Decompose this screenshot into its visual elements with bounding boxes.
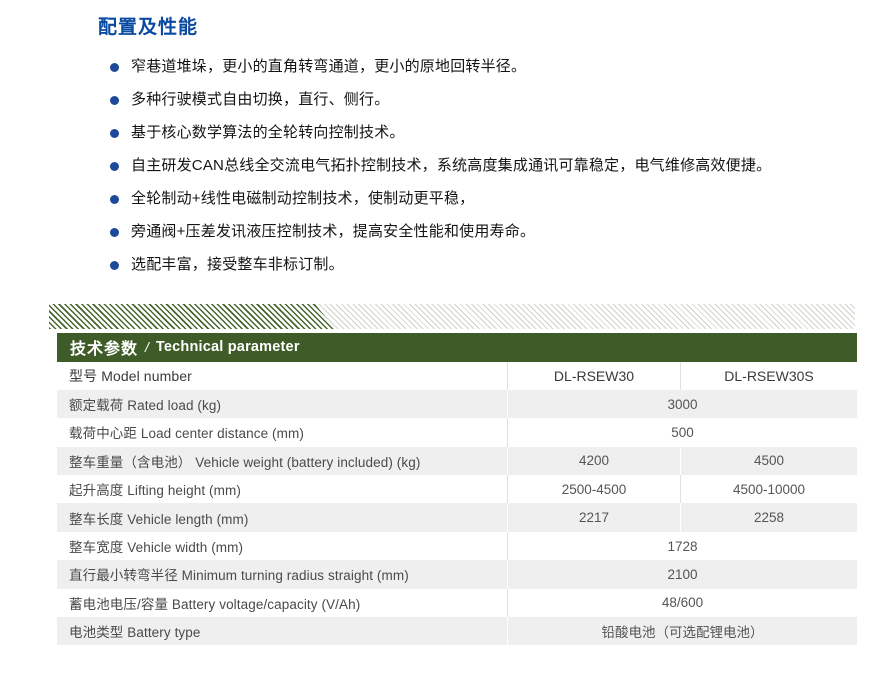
feature-text: 基于核心数学算法的全轮转向控制技术。 — [131, 125, 405, 142]
spec-value: 3000 — [507, 390, 857, 418]
table-row-turning-radius: 直行最小转弯半径 Minimum turning radius straight… — [57, 560, 857, 588]
feature-item: 窄巷道堆垛，更小的直角转弯通道，更小的原地回转半径。 — [110, 59, 870, 76]
feature-item: 基于核心数学算法的全轮转向控制技术。 — [110, 125, 870, 142]
spec-value: 2100 — [507, 560, 857, 588]
table-row-vehicle-length: 整车长度 Vehicle length (mm) 2217 2258 — [57, 503, 857, 531]
spec-label: 载荷中心距 Load center distance (mm) — [57, 418, 507, 446]
feature-text: 自主研发CAN总线全交流电气拓扑控制技术，系统高度集成通讯可靠稳定，电气维修高效… — [131, 158, 771, 175]
bullet-icon — [110, 96, 119, 105]
table-title-cn: 技术参数 — [70, 335, 138, 359]
feature-item: 选配丰富，接受整车非标订制。 — [110, 257, 870, 274]
spec-value: 500 — [507, 418, 857, 446]
spec-value: 4200 — [507, 447, 680, 475]
spec-label: 蓄电池电压/容量 Battery voltage/capacity (V/Ah) — [57, 589, 507, 617]
feature-item: 旁通阀+压差发讯液压控制技术，提高安全性能和使用寿命。 — [110, 224, 870, 241]
table-title-bar: 技术参数 / Technical parameter — [57, 333, 857, 362]
table-row-lifting-height: 起升高度 Lifting height (mm) 2500-4500 4500-… — [57, 475, 857, 503]
page-title: 配置及性能 — [98, 12, 198, 39]
spec-label: 起升高度 Lifting height (mm) — [57, 475, 507, 503]
spec-label: 整车宽度 Vehicle width (mm) — [57, 532, 507, 560]
spec-value: 1728 — [507, 532, 857, 560]
spec-label: 电池类型 Battery type — [57, 617, 507, 645]
table-row-rated-load: 额定载荷 Rated load (kg) 3000 — [57, 390, 857, 418]
feature-list: 窄巷道堆垛，更小的直角转弯通道，更小的原地回转半径。 多种行驶模式自由切换，直行… — [110, 59, 870, 290]
spec-value: DL-RSEW30 — [507, 362, 680, 390]
table-row-vehicle-weight: 整车重量（含电池） Vehicle weight (battery includ… — [57, 447, 857, 475]
feature-item: 多种行驶模式自由切换，直行、侧行。 — [110, 92, 870, 109]
table-title-separator: / — [145, 339, 149, 355]
spec-value: 2217 — [507, 503, 680, 531]
spec-value: 2258 — [680, 503, 857, 531]
table-row-model: 型号 Model number DL-RSEW30 DL-RSEW30S — [57, 362, 857, 390]
spec-label: 直行最小转弯半径 Minimum turning radius straight… — [57, 560, 507, 588]
feature-text: 选配丰富，接受整车非标订制。 — [131, 257, 344, 274]
table-title-en: Technical parameter — [156, 339, 300, 355]
spec-value: 铅酸电池（可选配锂电池） — [507, 617, 857, 645]
feature-text: 全轮制动+线性电磁制动控制技术，使制动更平稳， — [131, 191, 474, 208]
table-row-battery-voltage: 蓄电池电压/容量 Battery voltage/capacity (V/Ah)… — [57, 589, 857, 617]
feature-item: 全轮制动+线性电磁制动控制技术，使制动更平稳， — [110, 191, 870, 208]
spec-label: 整车重量（含电池） Vehicle weight (battery includ… — [57, 447, 507, 475]
bullet-icon — [110, 261, 119, 270]
spec-value: 2500-4500 — [507, 475, 680, 503]
spec-table: 型号 Model number DL-RSEW30 DL-RSEW30S 额定载… — [57, 362, 857, 646]
spec-label: 额定载荷 Rated load (kg) — [57, 390, 507, 418]
bullet-icon — [110, 162, 119, 171]
table-row-vehicle-width: 整车宽度 Vehicle width (mm) 1728 — [57, 532, 857, 560]
spec-label: 型号 Model number — [57, 362, 507, 390]
spec-value: DL-RSEW30S — [680, 362, 857, 390]
feature-text: 多种行驶模式自由切换，直行、侧行。 — [131, 92, 389, 109]
decorative-stripe-dark-section — [49, 304, 855, 329]
bullet-icon — [110, 129, 119, 138]
decorative-stripe-band — [49, 304, 855, 329]
bullet-icon — [110, 228, 119, 237]
spec-value: 4500-10000 — [680, 475, 857, 503]
feature-item: 自主研发CAN总线全交流电气拓扑控制技术，系统高度集成通讯可靠稳定，电气维修高效… — [110, 158, 870, 175]
spec-value: 48/600 — [507, 589, 857, 617]
feature-text: 旁通阀+压差发讯液压控制技术，提高安全性能和使用寿命。 — [131, 224, 535, 241]
bullet-icon — [110, 63, 119, 72]
feature-text: 窄巷道堆垛，更小的直角转弯通道，更小的原地回转半径。 — [131, 59, 526, 76]
spec-label: 整车长度 Vehicle length (mm) — [57, 503, 507, 531]
table-row-load-center: 载荷中心距 Load center distance (mm) 500 — [57, 418, 857, 446]
table-row-battery-type: 电池类型 Battery type 铅酸电池（可选配锂电池） — [57, 617, 857, 645]
bullet-icon — [110, 195, 119, 204]
spec-value: 4500 — [680, 447, 857, 475]
